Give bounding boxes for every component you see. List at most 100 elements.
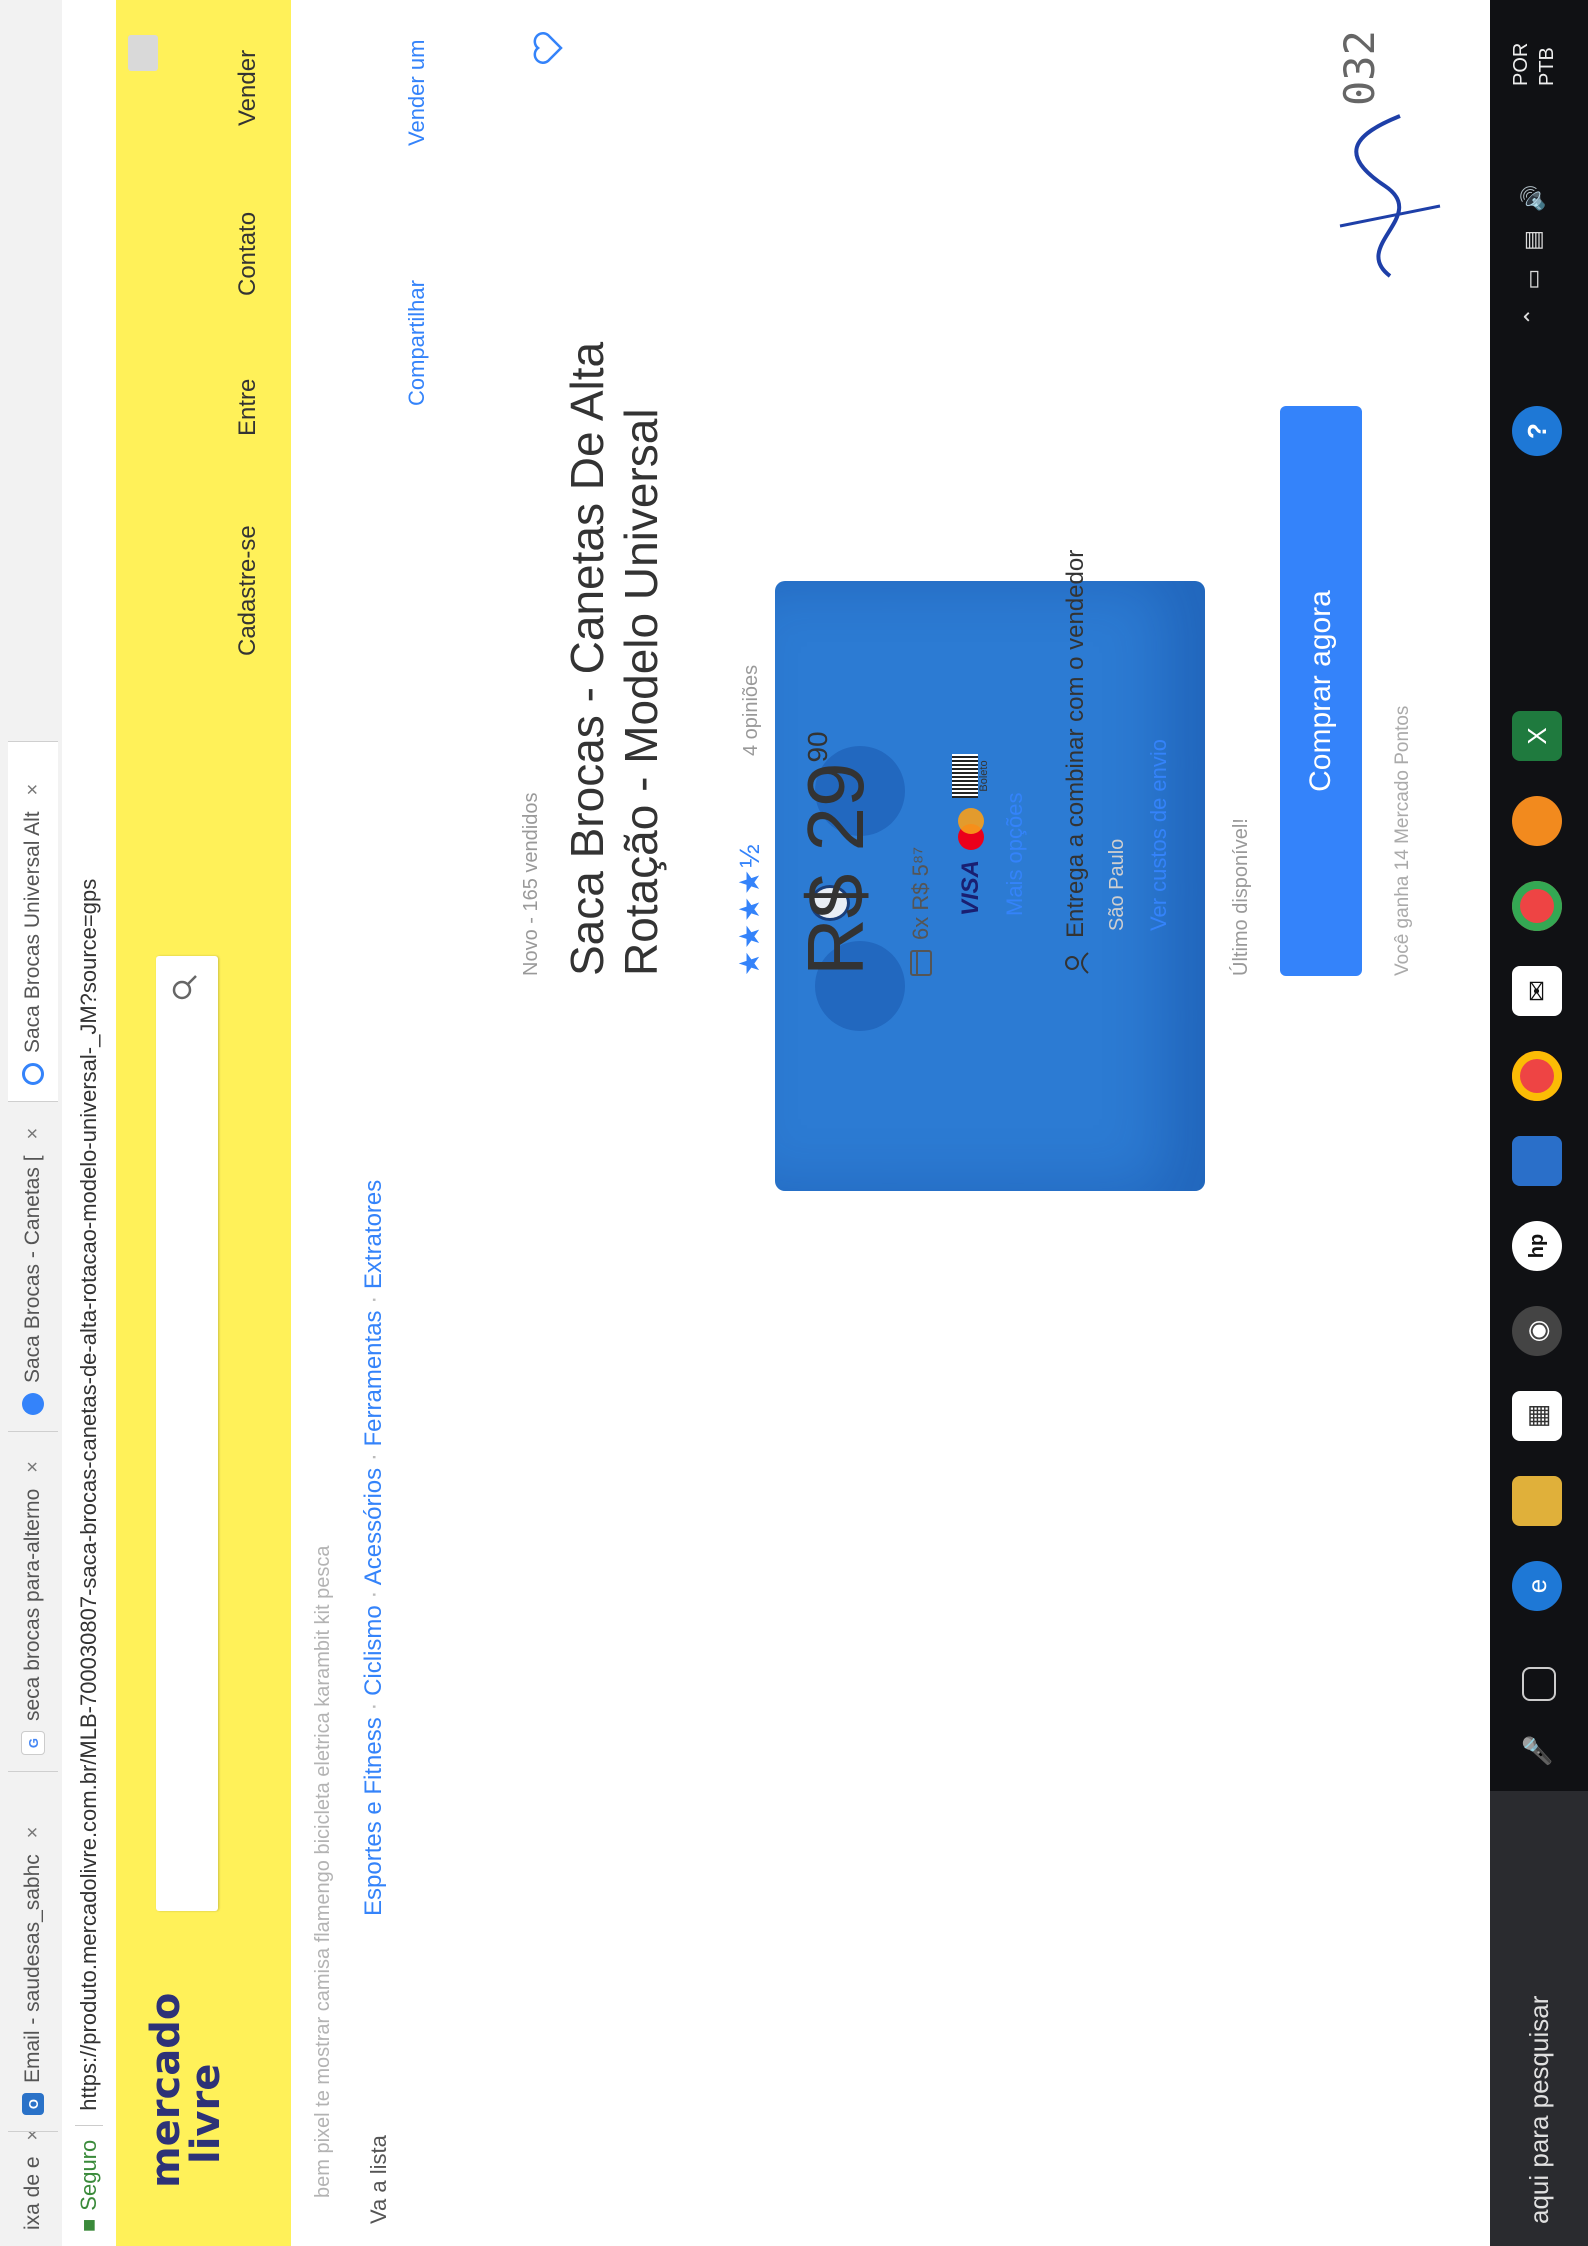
secure-label: Seguro <box>76 2139 101 2211</box>
profile-icon[interactable] <box>128 35 158 71</box>
breadcrumb-separator: · <box>360 1446 387 1462</box>
system-tray: ⌃ ▭ ▤ 🔊 <box>1520 185 1546 326</box>
nav-contact[interactable]: Contato <box>234 212 262 296</box>
divider <box>75 2124 103 2126</box>
price-currency: R$ <box>791 873 880 976</box>
battery-icon[interactable]: ▭ <box>1520 269 1546 290</box>
product-condition: Novo - 165 vendidos <box>520 792 542 976</box>
url-text[interactable]: https://produto.mercadolivre.com.br/MLB-… <box>76 879 102 2111</box>
shipping-info: Entrega a combinar com o vendedor <box>1062 550 1090 976</box>
tab-4-label: Saca Brocas - Canetas [ <box>21 1155 44 1383</box>
help-icon[interactable]: ? <box>1512 406 1562 456</box>
card-icon <box>910 950 932 976</box>
language-line-2: PTB <box>1536 47 1558 86</box>
google-icon: G <box>21 1731 45 1755</box>
nav-signup[interactable]: Cadastre-se <box>234 525 262 656</box>
close-icon[interactable]: × <box>22 784 45 796</box>
hp-icon[interactable]: hp <box>1512 1221 1562 1271</box>
buy-now-button[interactable]: Comprar agora <box>1280 406 1362 976</box>
firefox-icon[interactable] <box>1512 796 1562 846</box>
excel-icon[interactable]: X <box>1512 711 1562 761</box>
mail-icon[interactable]: ✉ <box>1512 966 1562 1016</box>
nav-sell[interactable]: Vender <box>234 50 262 126</box>
shipping-text: Entrega a combinar com o vendedor <box>1062 549 1089 938</box>
outlook-icon: O <box>22 2093 44 2115</box>
folder-icon[interactable] <box>1512 1476 1562 1526</box>
tab-3[interactable]: G seca brocas para-alterno × <box>8 1431 58 1771</box>
camera-icon[interactable]: ◉ <box>1512 1306 1562 1356</box>
tab-1[interactable]: ixa de e × <box>8 2131 58 2246</box>
browser-window: ixa de e × O Email - saudesas_sabhc × G … <box>0 0 1588 2246</box>
logo-line-1: mercado <box>143 1992 189 2188</box>
installments-text: 6x R$ 5⁸⁷ <box>908 846 933 940</box>
edge-icon[interactable]: e <box>1512 1561 1562 1611</box>
tab-strip: ixa de e × O Email - saudesas_sabhc × G … <box>0 0 63 2246</box>
loading-icon <box>22 1063 44 1085</box>
tab-4[interactable]: Saca Brocas - Canetas [ × <box>8 1101 58 1431</box>
handwritten-signature <box>1339 114 1441 278</box>
close-icon[interactable]: × <box>22 2131 45 2140</box>
shipping-city: São Paulo <box>1106 838 1128 931</box>
handwritten-number: 032 <box>1335 30 1384 106</box>
sell-one-link[interactable]: Vender um <box>404 40 430 146</box>
task-view-icon[interactable] <box>1522 1667 1556 1701</box>
tab-2[interactable]: O Email - saudesas_sabhc × <box>8 1771 58 2131</box>
more-payment-options-link[interactable]: Mais opções <box>1002 792 1028 916</box>
tab-5[interactable]: Saca Brocas Universal Alt × <box>8 741 58 1101</box>
rating-stars[interactable]: ★★★★½ <box>733 842 766 976</box>
breadcrumb-item[interactable]: Ciclismo <box>360 1605 387 1696</box>
back-to-list-link[interactable]: Va a lista <box>366 2135 392 2224</box>
taskbar-search-text: aqui para pesquisar <box>1523 1995 1554 2224</box>
boleto-icon: Boleto <box>952 753 990 798</box>
chrome-icon[interactable] <box>1512 881 1562 931</box>
mercadolivre-logo[interactable]: mercado livre <box>143 1992 229 2188</box>
heart-icon[interactable] <box>530 30 566 66</box>
close-icon[interactable]: × <box>22 1128 45 1140</box>
lock-icon: ■ <box>76 2218 101 2232</box>
logo-line-2: livre <box>183 2063 229 2164</box>
breadcrumb-separator: · <box>360 1289 387 1304</box>
user-icon <box>1065 952 1089 974</box>
address-bar[interactable]: ■ Seguro https://produto.mercadolivre.co… <box>62 0 117 2246</box>
store-icon[interactable]: ▦ <box>1512 1391 1562 1441</box>
stock-status: Último disponível! <box>1230 818 1252 976</box>
tab-3-label: seca brocas para-alterno <box>21 1488 44 1721</box>
nav-login[interactable]: Entre <box>234 379 262 436</box>
reviews-count[interactable]: 4 opiniões <box>740 665 763 756</box>
breadcrumb-separator: · <box>360 1585 387 1599</box>
taskbar-search-input[interactable]: aqui para pesquisar <box>1490 1791 1588 2246</box>
search-icon[interactable] <box>168 970 202 1004</box>
taskbar: aqui para pesquisar 🎤 e ▦ ◉ hp ✉ X ? ⌃ ▭… <box>1490 0 1588 2246</box>
close-icon[interactable]: × <box>22 1461 45 1473</box>
language-indicator[interactable]: POR PTB <box>1508 43 1560 86</box>
breadcrumb-item[interactable]: Esportes e Fitness <box>360 1717 387 1916</box>
mercadolivre-icon <box>22 1393 44 1415</box>
shipping-costs-link[interactable]: Ver custos de envio <box>1146 739 1172 931</box>
close-icon[interactable]: × <box>22 1827 45 1839</box>
chevron-up-icon[interactable]: ⌃ <box>1520 308 1546 326</box>
installments: 6x R$ 5⁸⁷ <box>908 847 934 976</box>
breadcrumb-item[interactable]: Extratores <box>360 1180 387 1289</box>
tab-2-label: Email - saudesas_sabhc <box>21 1854 44 2083</box>
share-link[interactable]: Compartilhar <box>404 280 430 406</box>
tab-5-label: Saca Brocas Universal Alt <box>21 811 44 1053</box>
mastercard-icon <box>958 807 984 850</box>
network-icon[interactable]: ▤ <box>1520 230 1546 251</box>
boleto-label: Boleto <box>978 760 990 792</box>
tab-1-label: ixa de e <box>21 2156 44 2230</box>
product-title: Saca Brocas - Canetas De Alta Rotação - … <box>561 341 667 976</box>
language-line-1: POR <box>1510 42 1532 86</box>
volume-icon[interactable]: 🔊 <box>1520 185 1546 212</box>
product-price: R$ 2990 <box>790 731 882 976</box>
app-icon[interactable] <box>1512 1136 1562 1186</box>
search-input[interactable] <box>156 956 218 1911</box>
visa-icon: VISA <box>957 859 984 916</box>
breadcrumb-item[interactable]: Ferramentas <box>360 1310 387 1446</box>
site-header: mercado livre Cadastre-se Entre Contato … <box>116 0 291 2246</box>
breadcrumb: Esportes e Fitness · Ciclismo · Acessóri… <box>360 1180 388 1916</box>
search-suggestions[interactable]: bem pixel te mostrar camisa flamengo bic… <box>312 1546 335 2198</box>
breadcrumb-item[interactable]: Acessórios <box>360 1468 387 1585</box>
chrome-icon[interactable] <box>1512 1051 1562 1101</box>
microphone-icon[interactable]: 🎤 <box>1512 1726 1562 1776</box>
payment-methods: VISA Boleto <box>952 753 990 916</box>
